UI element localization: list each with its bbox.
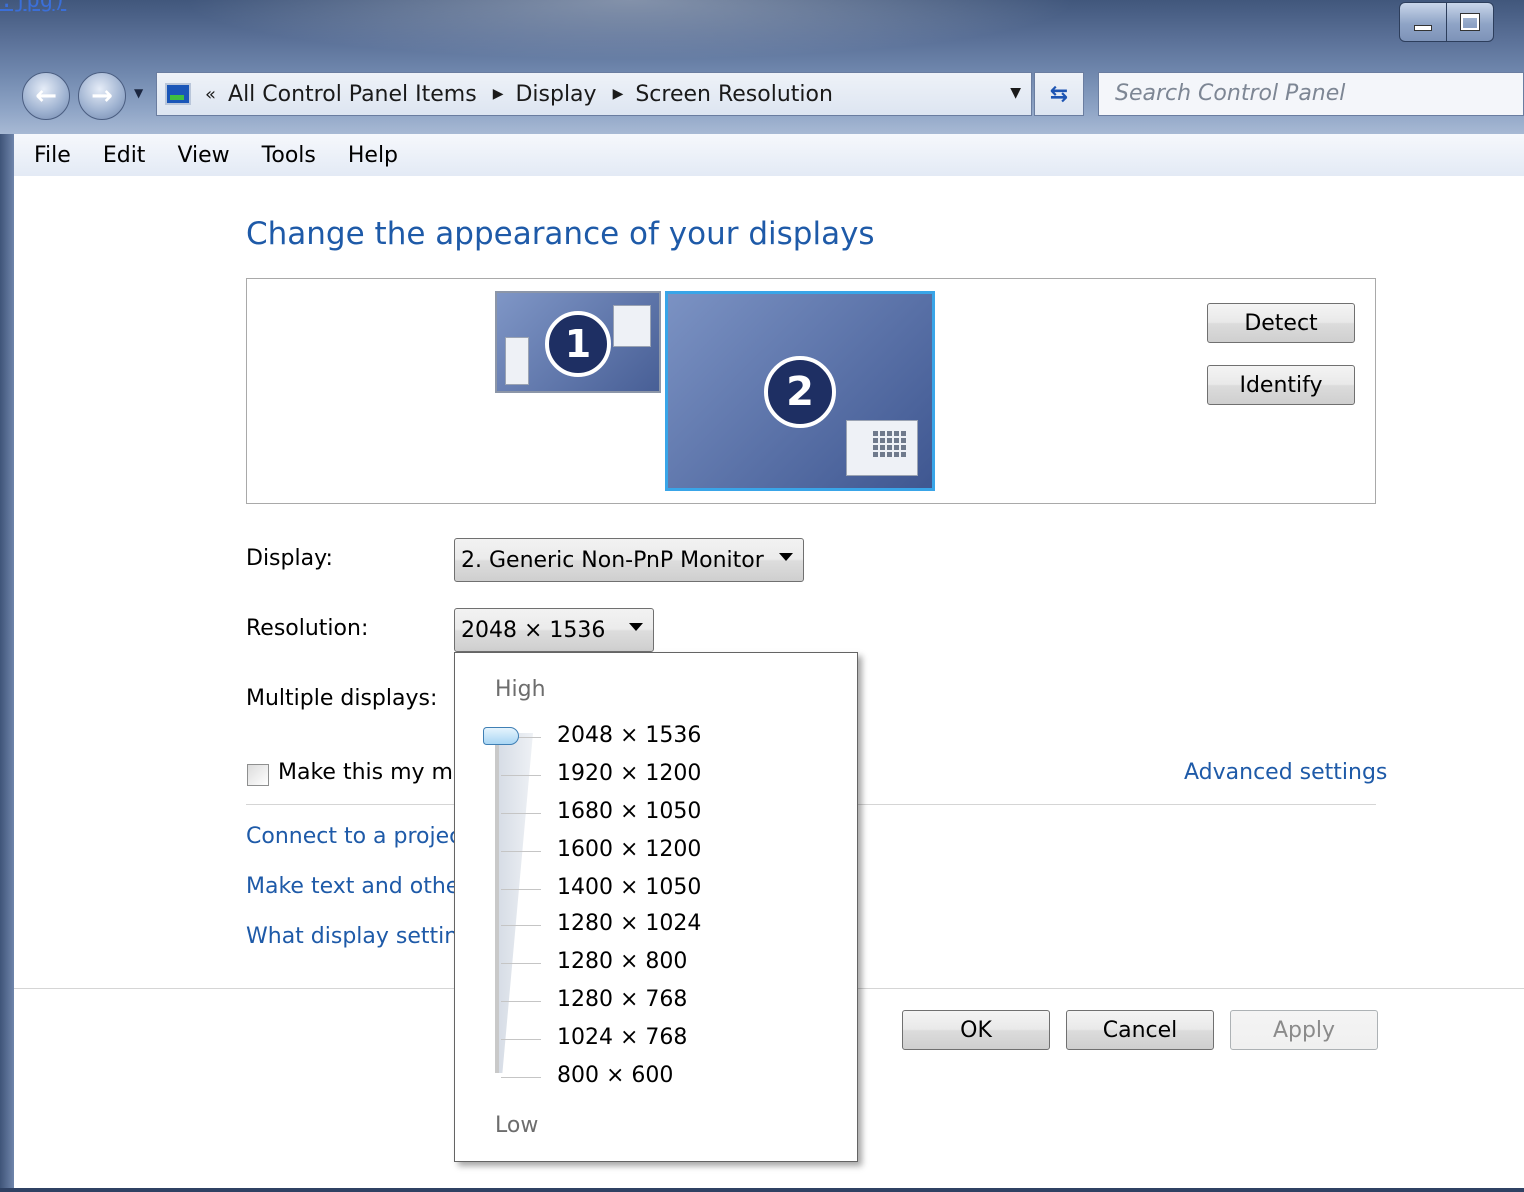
apply-button: Apply: [1230, 1010, 1378, 1050]
breadcrumb-arrow-icon[interactable]: ▶: [613, 86, 624, 102]
minimize-button[interactable]: [1399, 2, 1447, 42]
menu-help[interactable]: Help: [332, 143, 414, 168]
resolution-option[interactable]: 800 × 600: [557, 1063, 673, 1088]
text-size-link[interactable]: Make text and other: [246, 874, 468, 899]
monitor-2-number: 2: [764, 356, 836, 428]
display-select-value: 2. Generic Non-PnP Monitor: [461, 547, 764, 573]
advanced-settings-link[interactable]: Advanced settings: [1184, 760, 1387, 785]
window-titlebar: .jpg) ← → ▼ « All Control Panel Items ▶ …: [0, 0, 1524, 134]
resolution-popup: High 2048 × 1536 1920 × 1200 1680 × 1050…: [454, 652, 858, 1162]
display-select[interactable]: 2. Generic Non-PnP Monitor: [454, 538, 804, 582]
page-title: Change the appearance of your displays: [246, 216, 875, 252]
menu-tools[interactable]: Tools: [246, 143, 332, 168]
menu-file[interactable]: File: [14, 143, 87, 168]
slider-tick: [501, 851, 541, 852]
breadcrumb-all-items[interactable]: All Control Panel Items: [228, 82, 477, 107]
slider-tick: [501, 1077, 541, 1078]
back-arrow-icon: ←: [35, 81, 57, 111]
mini-grid-icon: [873, 431, 906, 457]
resolution-option[interactable]: 1024 × 768: [557, 1025, 687, 1050]
window-controls: [1399, 2, 1494, 42]
resolution-label: Resolution:: [246, 616, 369, 641]
resolution-select[interactable]: 2048 × 1536: [454, 608, 654, 652]
connect-projector-link[interactable]: Connect to a projec: [246, 824, 461, 849]
chevron-down-icon: [629, 623, 643, 631]
menu-edit[interactable]: Edit: [87, 143, 162, 168]
maximize-button[interactable]: [1447, 2, 1494, 42]
slider-tick: [501, 925, 541, 926]
slider-tick: [501, 1001, 541, 1002]
top-link-text: .jpg): [0, 0, 67, 13]
content-area: Change the appearance of your displays 1…: [14, 176, 1524, 1188]
detect-button[interactable]: Detect: [1207, 303, 1355, 343]
resolution-option[interactable]: 1280 × 768: [557, 987, 687, 1012]
monitor-1-number: 1: [545, 311, 611, 377]
main-display-checkbox-label[interactable]: Make this my ma: [278, 760, 466, 785]
resolution-slider-track[interactable]: [495, 731, 499, 1073]
multiple-displays-label: Multiple displays:: [246, 686, 438, 711]
control-panel-icon: [165, 83, 191, 105]
display-label: Display:: [246, 546, 333, 571]
slider-tick: [501, 775, 541, 776]
window-bottom-frame: [0, 1188, 1524, 1192]
low-label: Low: [495, 1113, 539, 1138]
resolution-option[interactable]: 2048 × 1536: [557, 723, 701, 748]
resolution-option[interactable]: 1280 × 1024: [557, 911, 701, 936]
slider-tick: [501, 813, 541, 814]
mini-window-icon: [846, 420, 918, 476]
back-button[interactable]: ←: [22, 72, 70, 120]
resolution-option[interactable]: 1400 × 1050: [557, 875, 701, 900]
cancel-button[interactable]: Cancel: [1066, 1010, 1214, 1050]
address-bar[interactable]: « All Control Panel Items ▶ Display ▶ Sc…: [156, 72, 1032, 116]
slider-tick: [501, 889, 541, 890]
monitor-2-thumbnail[interactable]: 2: [665, 291, 935, 491]
forward-button[interactable]: →: [78, 72, 126, 120]
menu-bar: File Edit View Tools Help: [14, 134, 1524, 177]
resolution-option[interactable]: 1920 × 1200: [557, 761, 701, 786]
resolution-slider-thumb[interactable]: [483, 727, 519, 745]
display-arrangement-box: 1 2 Detect Identify: [246, 278, 1376, 504]
identify-button[interactable]: Identify: [1207, 365, 1355, 405]
slider-wedge: [499, 733, 533, 1073]
chevron-down-icon: [779, 553, 793, 561]
resolution-option[interactable]: 1280 × 800: [557, 949, 687, 974]
minimize-icon: [1414, 25, 1432, 31]
maximize-icon: [1460, 13, 1480, 31]
main-display-checkbox[interactable]: [247, 764, 269, 786]
display-settings-help-link[interactable]: What display setting: [246, 924, 472, 949]
refresh-icon: ⇆: [1049, 81, 1069, 107]
titlebar-glare: [180, 0, 1080, 60]
forward-arrow-icon: →: [91, 81, 113, 111]
breadcrumb-arrow-icon[interactable]: ▶: [493, 86, 504, 102]
mini-window-icon: [505, 337, 529, 385]
breadcrumb-display[interactable]: Display: [515, 82, 596, 107]
resolution-option[interactable]: 1600 × 1200: [557, 837, 701, 862]
high-label: High: [495, 677, 546, 702]
menu-view[interactable]: View: [161, 143, 245, 168]
overflow-chevrons[interactable]: «: [205, 84, 216, 105]
breadcrumb-screen-resolution[interactable]: Screen Resolution: [635, 82, 833, 107]
slider-tick: [501, 963, 541, 964]
ok-button[interactable]: OK: [902, 1010, 1050, 1050]
recent-pages-dropdown-icon[interactable]: ▼: [134, 86, 143, 100]
monitor-1-thumbnail[interactable]: 1: [495, 291, 661, 393]
window-left-frame: [0, 134, 14, 1192]
resolution-option[interactable]: 1680 × 1050: [557, 799, 701, 824]
mini-window-icon: [613, 305, 651, 347]
refresh-button[interactable]: ⇆: [1034, 72, 1084, 116]
resolution-select-value: 2048 × 1536: [461, 617, 606, 643]
slider-tick: [501, 1039, 541, 1040]
search-input[interactable]: Search Control Panel: [1098, 72, 1524, 116]
address-dropdown-icon[interactable]: ▼: [1010, 85, 1021, 101]
